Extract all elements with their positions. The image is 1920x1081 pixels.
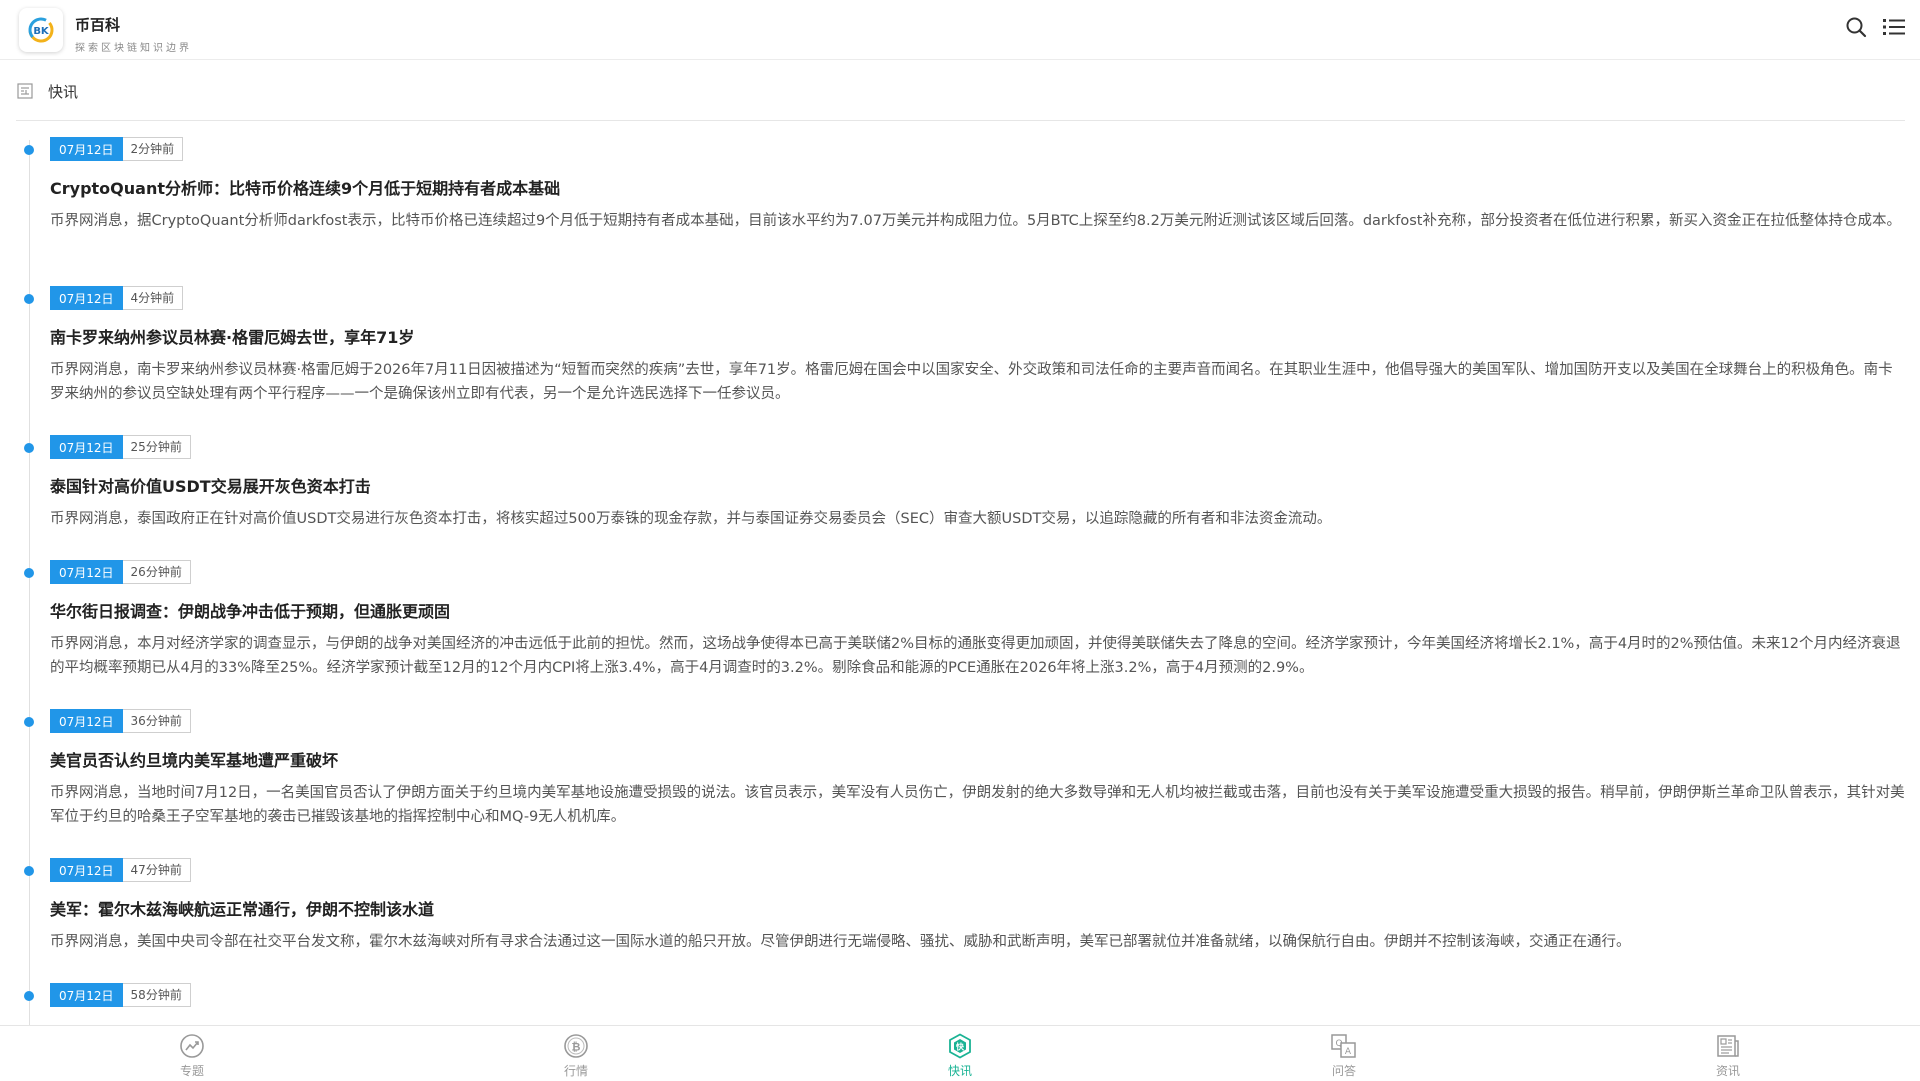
newspaper-icon (1714, 1032, 1742, 1060)
news-title[interactable]: CryptoQuant分析师：比特币价格连续9个月低于短期持有者成本基础 (50, 175, 560, 199)
date-tag: 07月12日 (50, 709, 123, 733)
section-heading: 快讯 (16, 76, 78, 106)
nav-label: 问答 (1331, 1064, 1356, 1078)
timeline-dot (24, 443, 34, 453)
news-body: 币界网消息，当地时间7月12日，一名美国官员否认了伊朗方面关于约旦境内美军基地设… (50, 785, 1905, 825)
nav-label: 快讯 (947, 1064, 972, 1078)
news-body: 币界网消息，本月对经济学家的调查显示，与伊朗的战争对美国经济的冲击远低于此前的担… (50, 636, 1901, 676)
time-tags: 07月12日 2分钟前 (50, 137, 184, 161)
time-tags: 07月12日 36分钟前 (50, 709, 191, 733)
timeline-dot (24, 294, 34, 304)
time-ago-tag: 58分钟前 (122, 983, 191, 1007)
timeline-dot (24, 145, 34, 155)
nav-item-news[interactable]: 资讯 (1688, 1026, 1768, 1081)
bitcoin-coin-icon: ₿ (562, 1032, 590, 1060)
news-body: 币界网消息，据CryptoQuant分析师darkfost表示，比特币价格已连续… (50, 213, 1901, 229)
bottom-nav: 专题 ₿ 行情 快 快讯 Q A 问答 资讯 (0, 1025, 1920, 1080)
nav-item-qa[interactable]: Q A 问答 (1304, 1026, 1384, 1081)
svg-text:快: 快 (956, 1042, 965, 1052)
date-tag: 07月12日 (50, 435, 123, 459)
date-tag: 07月12日 (50, 286, 123, 310)
section-title: 快讯 (48, 82, 79, 101)
time-ago-tag: 26分钟前 (122, 560, 191, 584)
news-feed: 快讯 07月12日 2分钟前 CryptoQuant分析师：比特币价格连续9个月… (0, 0, 1920, 1025)
news-body: 币界网消息，泰国政府正在针对高价值USDT交易进行灰色资本打击，将核实超过500… (50, 511, 1332, 527)
time-tags: 07月12日 58分钟前 (50, 983, 191, 1007)
flash-hexagon-icon: 快 (946, 1032, 974, 1060)
news-title[interactable]: 泰国针对高价值USDT交易展开灰色资本打击 (50, 473, 371, 497)
newspaper-outline-icon (17, 83, 33, 99)
time-ago-tag: 36分钟前 (122, 709, 191, 733)
time-tags: 07月12日 4分钟前 (50, 286, 184, 310)
timeline-line (29, 140, 30, 1025)
time-tags: 07月12日 26分钟前 (50, 560, 191, 584)
news-title[interactable]: 美官员否认约旦境内美军基地遭严重破坏 (50, 747, 338, 771)
timeline-dot (24, 717, 34, 727)
time-ago-tag: 4分钟前 (122, 286, 184, 310)
time-tags: 07月12日 47分钟前 (50, 858, 191, 882)
section-divider (16, 120, 1905, 121)
date-tag: 07月12日 (50, 137, 123, 161)
nav-label: 专题 (179, 1064, 204, 1078)
timeline-dot (24, 866, 34, 876)
news-title[interactable]: 南卡罗来纳州参议员林赛·格雷厄姆去世，享年71岁 (50, 324, 414, 348)
news-title[interactable]: 华尔街日报调查：伊朗战争冲击低于预期，但通胀更顽固 (50, 598, 450, 622)
date-tag: 07月12日 (50, 983, 123, 1007)
time-ago-tag: 47分钟前 (122, 858, 191, 882)
qa-icon: Q A (1330, 1032, 1358, 1060)
timeline-dot (24, 568, 34, 578)
time-ago-tag: 2分钟前 (122, 137, 184, 161)
news-body: 币界网消息，美国中央司令部在社交平台发文称，霍尔木兹海峡对所有寻求合法通过这一国… (50, 934, 1631, 950)
nav-item-flash[interactable]: 快 快讯 (920, 1026, 1000, 1081)
trend-circle-icon (178, 1032, 206, 1060)
date-tag: 07月12日 (50, 858, 123, 882)
time-tags: 07月12日 25分钟前 (50, 435, 191, 459)
news-body: 币界网消息，南卡罗来纳州参议员林赛·格雷厄姆于2026年7月11日因被描述为“短… (50, 362, 1893, 402)
nav-label: 行情 (563, 1064, 588, 1078)
timeline-dot (24, 991, 34, 1001)
svg-text:A: A (1345, 1047, 1352, 1057)
nav-label: 资讯 (1715, 1064, 1740, 1078)
news-title[interactable]: 美军：霍尔木兹海峡航运正常通行，伊朗不控制该水道 (50, 896, 434, 920)
date-tag: 07月12日 (50, 560, 123, 584)
time-ago-tag: 25分钟前 (122, 435, 191, 459)
svg-text:₿: ₿ (572, 1041, 581, 1054)
nav-item-topics[interactable]: 专题 (152, 1026, 232, 1081)
nav-item-market[interactable]: ₿ 行情 (536, 1026, 616, 1081)
